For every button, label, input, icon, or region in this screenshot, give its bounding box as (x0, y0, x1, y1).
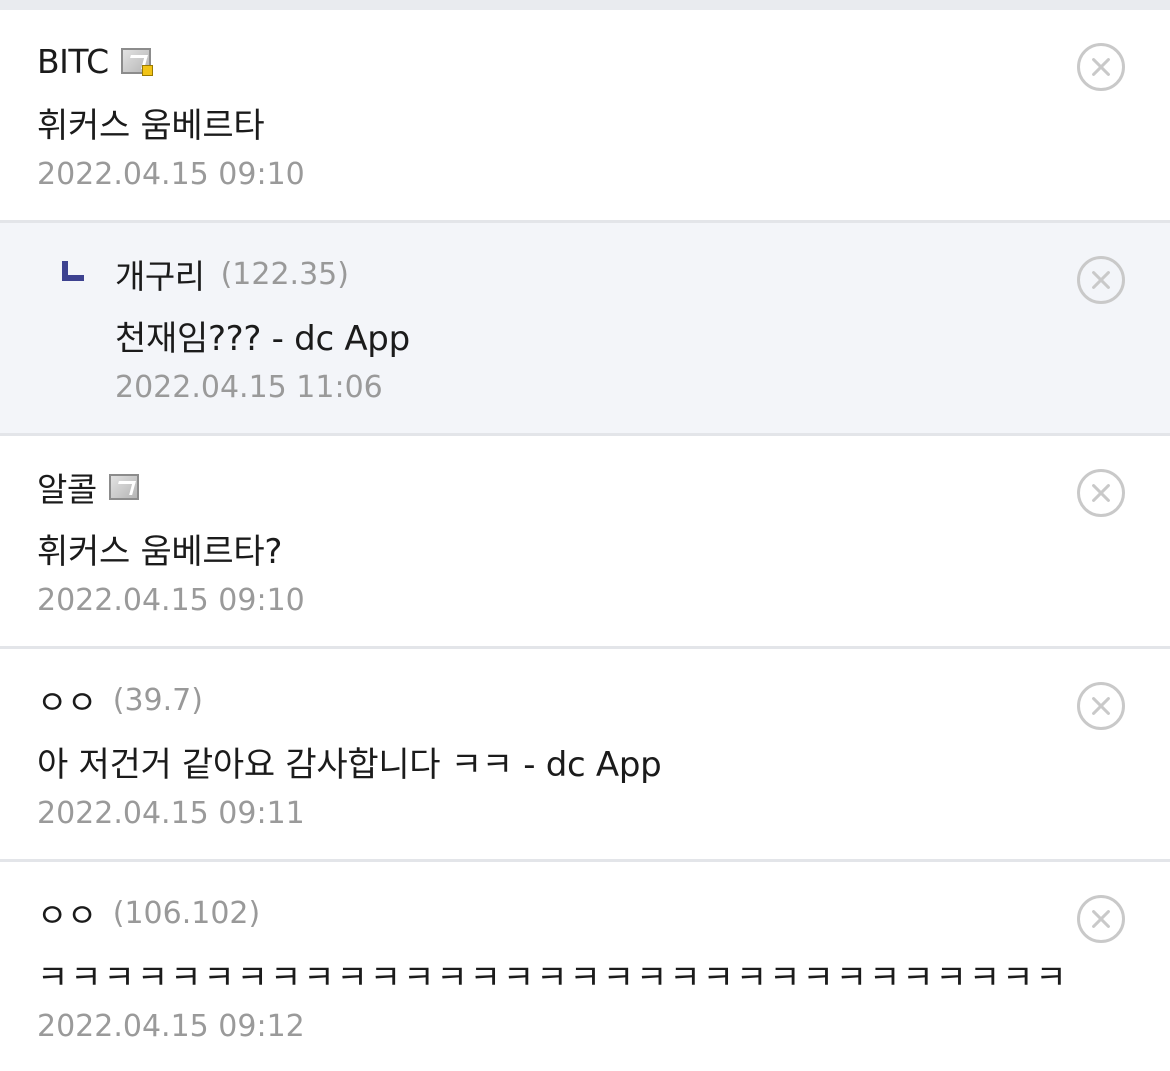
comment-nickname[interactable]: BITC (37, 42, 109, 81)
comment-header: 개구리 (122.35) (115, 249, 349, 299)
delete-comment-icon[interactable] (1077, 682, 1125, 730)
comment-nickname[interactable]: ㅇㅇ (37, 676, 97, 724)
comment-nickname[interactable]: 개구리 (115, 250, 205, 298)
comment-text: 아 저건거 같아요 감사합니다 ㅋㅋ - dc App (37, 745, 662, 785)
comment-text: 휘커스 움베르타? (37, 532, 283, 572)
comment-header: ㅇㅇ (106.102) (37, 888, 260, 938)
comment-timestamp: 2022.04.15 09:10 (37, 157, 305, 192)
comment-ip: (122.35) (220, 256, 349, 292)
delete-comment-icon[interactable] (1077, 43, 1125, 91)
delete-comment-icon[interactable] (1077, 895, 1125, 943)
comment-header: ㅇㅇ (39.7) (37, 675, 203, 725)
gallog-icon[interactable] (108, 472, 141, 502)
reply-arrow-icon (62, 253, 84, 299)
delete-comment-icon[interactable] (1077, 256, 1125, 304)
reply-comment-item: 개구리 (122.35) 천재임??? - dc App 2022.04.15 … (0, 223, 1170, 436)
comment-ip: (106.102) (112, 895, 261, 931)
top-divider (0, 0, 1170, 10)
delete-comment-icon[interactable] (1077, 469, 1125, 517)
comment-text: ㅋㅋㅋㅋㅋㅋㅋㅋㅋㅋㅋㅋㅋㅋㅋㅋㅋㅋㅋㅋㅋㅋㅋㅋㅋㅋㅋㅋㅋㅋㅋ (37, 958, 1069, 998)
comment-text: 천재임??? - dc App (115, 319, 410, 359)
comment-item: ㅇㅇ (106.102) ㅋㅋㅋㅋㅋㅋㅋㅋㅋㅋㅋㅋㅋㅋㅋㅋㅋㅋㅋㅋㅋㅋㅋㅋㅋㅋㅋ… (0, 862, 1170, 1071)
comment-text: 휘커스 움베르타 (37, 106, 265, 146)
comment-timestamp: 2022.04.15 09:12 (37, 1009, 305, 1044)
comment-ip: (39.7) (112, 682, 203, 718)
comment-nickname[interactable]: ㅇㅇ (37, 889, 97, 937)
comment-item: ㅇㅇ (39.7) 아 저건거 같아요 감사합니다 ㅋㅋ - dc App 20… (0, 649, 1170, 862)
comment-item: BITC 휘커스 움베르타 2022.04.15 09:10 (0, 10, 1170, 223)
comment-header: 알콜 (37, 462, 141, 512)
gallog-fixed-icon[interactable] (120, 46, 153, 76)
comment-timestamp: 2022.04.15 09:11 (37, 796, 305, 831)
comment-header: BITC (37, 36, 153, 86)
comment-list: BITC 휘커스 움베르타 2022.04.15 09:10 개구리 (122.… (0, 10, 1170, 1071)
comment-nickname[interactable]: 알콜 (37, 463, 97, 511)
comment-timestamp: 2022.04.15 11:06 (115, 370, 383, 405)
comment-timestamp: 2022.04.15 09:10 (37, 583, 305, 618)
comment-item: 알콜 휘커스 움베르타? 2022.04.15 09:10 (0, 436, 1170, 649)
